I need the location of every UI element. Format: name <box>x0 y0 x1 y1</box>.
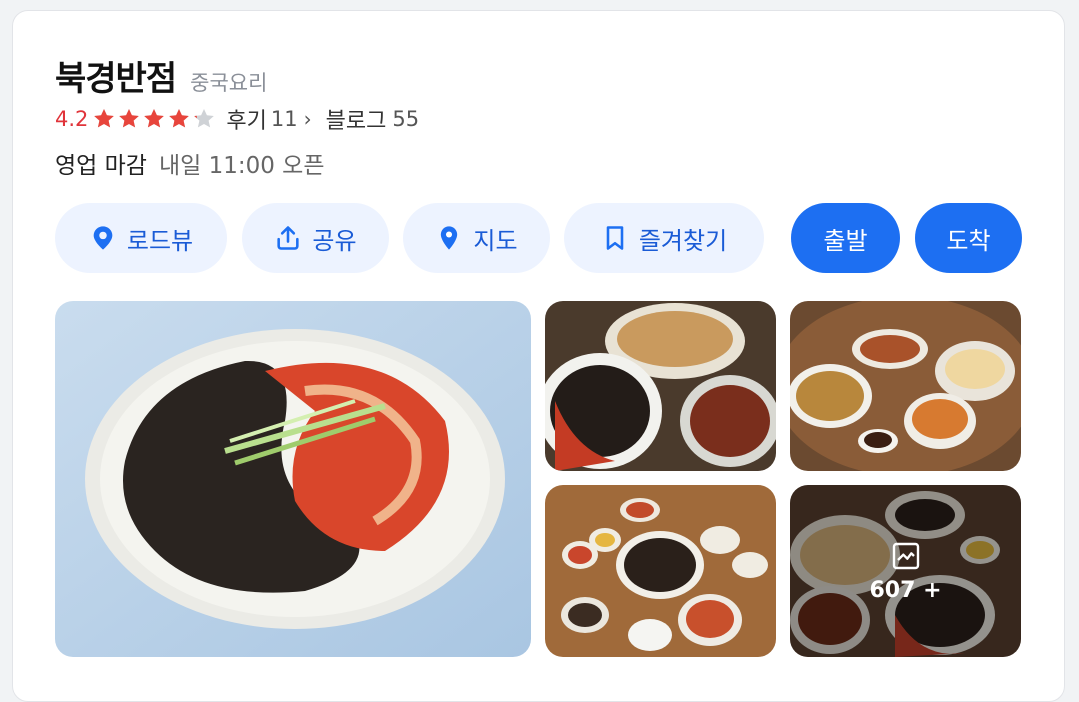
map-pin-icon <box>441 226 458 250</box>
title-row: 북경반점 중국요리 <box>55 51 267 100</box>
photo-gallery-icon <box>892 542 919 569</box>
photo-thumb-1[interactable] <box>545 301 776 471</box>
star-icon <box>144 109 165 128</box>
hours-status: 영업 마감 <box>55 153 147 179</box>
action-buttons: 로드뷰 공유 지도 즐겨찾기 출발 도착 <box>55 203 1030 273</box>
more-photos-overlay[interactable]: 607 + <box>790 485 1021 657</box>
map-label: 지도 <box>473 226 518 255</box>
depart-label: 출발 <box>823 226 868 255</box>
place-card: 북경반점 중국요리 4.2 후기 11 › 블로그 55 영업 마감 내일 11… <box>12 10 1065 702</box>
hours-next-open: 내일 11:00 오픈 <box>158 153 325 179</box>
photo-thumb-more[interactable]: 607 + <box>790 485 1021 657</box>
reviews-count: 11 <box>270 107 298 131</box>
star-icon <box>119 109 140 128</box>
blog-label: 블로그 <box>325 109 387 134</box>
depart-button[interactable]: 출발 <box>791 203 900 273</box>
reviews-label: 후기 <box>226 109 267 134</box>
reviews-link[interactable]: 후기 11 › <box>226 103 311 135</box>
blog-link[interactable]: 블로그 55 <box>326 103 419 135</box>
roadview-button[interactable]: 로드뷰 <box>55 203 227 273</box>
more-photos-count: 607 + <box>869 577 942 603</box>
favorite-label: 즐겨찾기 <box>638 226 728 255</box>
hours-row: 영업 마감 내일 11:00 오픈 <box>55 146 325 180</box>
arrive-label: 도착 <box>946 226 991 255</box>
arrive-button[interactable]: 도착 <box>915 203 1022 273</box>
roadview-label: 로드뷰 <box>126 226 194 255</box>
photo-thumb-3[interactable] <box>545 485 776 657</box>
blog-count: 55 <box>392 107 420 131</box>
share-label: 공유 <box>312 226 357 255</box>
chevron-right-icon: › <box>303 107 312 131</box>
share-button[interactable]: 공유 <box>242 203 389 273</box>
star-icon <box>194 109 215 128</box>
place-category: 중국요리 <box>190 71 268 95</box>
main-photo[interactable] <box>55 301 531 657</box>
photo-thumb-2[interactable] <box>790 301 1021 471</box>
rating-stars <box>92 107 216 131</box>
rating-row: 4.2 후기 11 › 블로그 55 <box>55 103 419 135</box>
share-upload-icon <box>277 226 300 250</box>
favorite-button[interactable]: 즐겨찾기 <box>564 203 764 273</box>
bookmark-icon <box>606 226 624 250</box>
map-button[interactable]: 지도 <box>403 203 550 273</box>
star-icon <box>169 109 190 128</box>
place-title[interactable]: 북경반점 <box>55 51 177 100</box>
rating-score: 4.2 <box>55 107 89 131</box>
pin-ring-icon <box>93 226 113 250</box>
star-icon <box>94 109 115 128</box>
